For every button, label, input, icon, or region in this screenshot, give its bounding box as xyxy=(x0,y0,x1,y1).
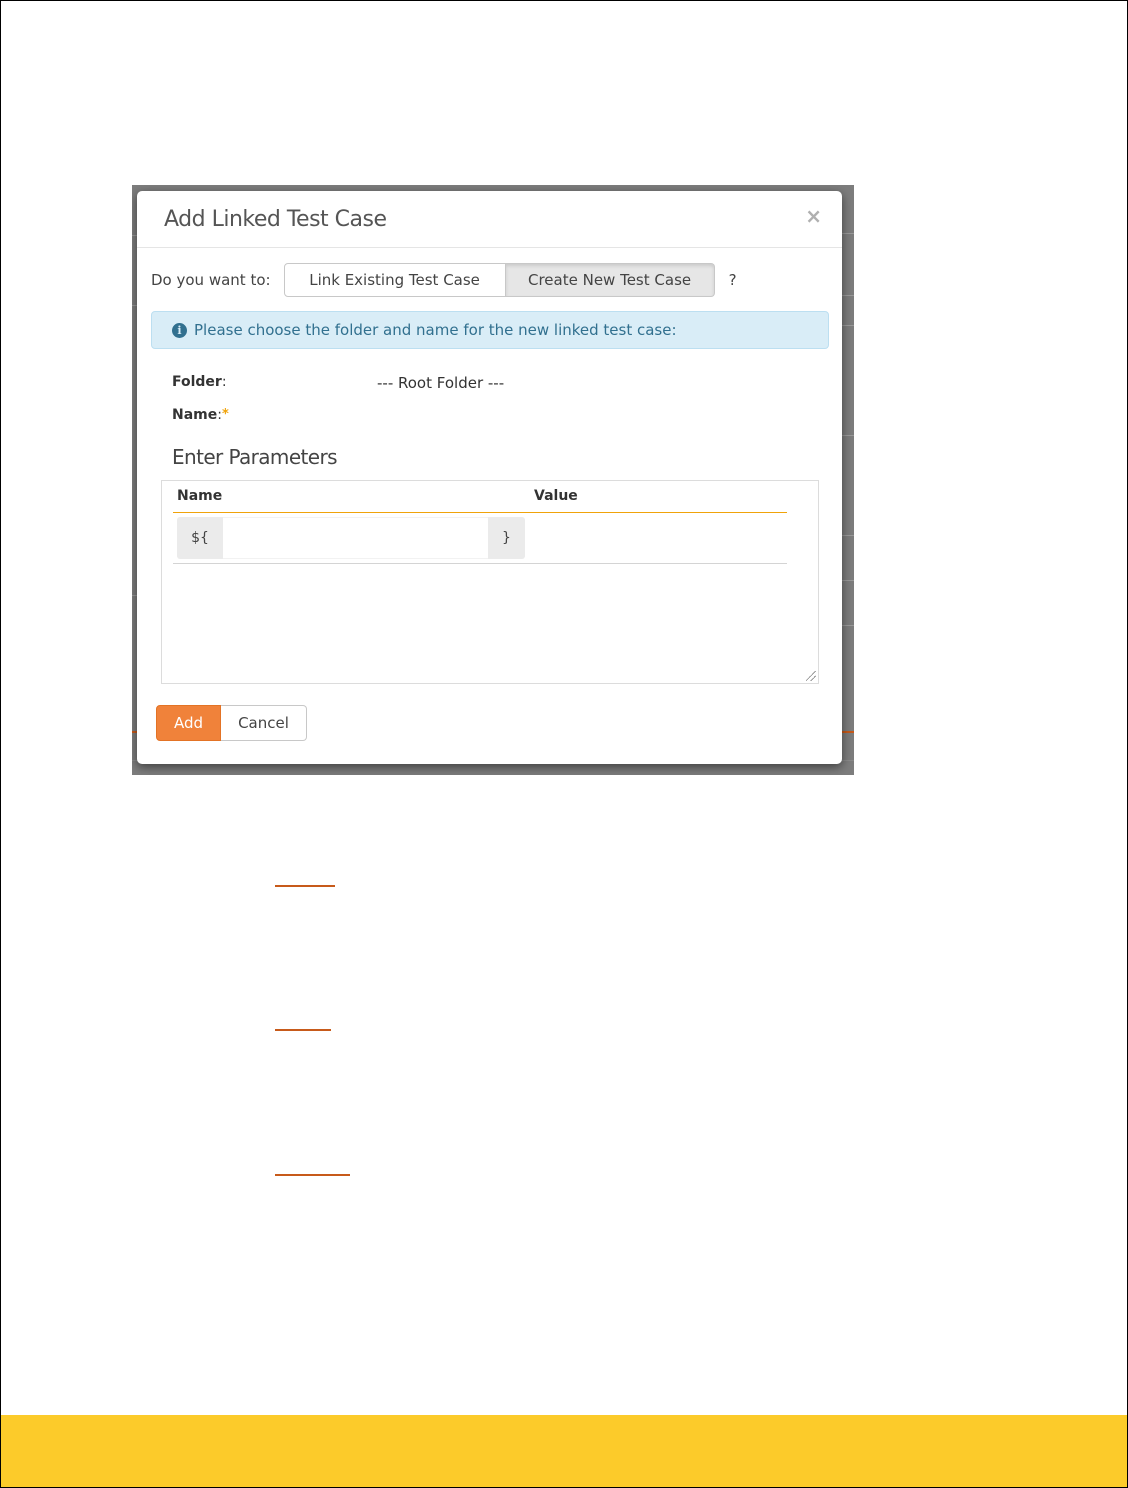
choice-label: Do you want to: xyxy=(151,271,271,289)
table-row: ${ } xyxy=(173,513,787,564)
link-mode-choice: Do you want to: Link Existing Test Case … xyxy=(151,262,737,298)
required-star: * xyxy=(221,407,229,422)
hyperlink-underline xyxy=(275,1029,331,1031)
cancel-button[interactable]: Cancel xyxy=(221,705,307,741)
modal-footer-buttons: Add Cancel xyxy=(156,705,307,741)
parameters-table: Name Value ${ } xyxy=(173,481,787,564)
add-button[interactable]: Add xyxy=(156,705,221,741)
help-icon[interactable]: ? xyxy=(729,271,737,289)
add-linked-test-case-modal: Add Linked Test Case × Do you want to: L… xyxy=(137,191,842,764)
create-new-test-case-button[interactable]: Create New Test Case xyxy=(505,263,715,297)
hyperlink-underline xyxy=(275,1174,350,1176)
dialog-screenshot: Add Linked Test Case × Do you want to: L… xyxy=(132,185,854,775)
close-icon[interactable]: × xyxy=(805,204,822,228)
resize-handle[interactable] xyxy=(806,671,816,681)
parameters-table-header: Name Value xyxy=(173,481,787,513)
info-circle-icon: i xyxy=(172,322,187,338)
parameter-prefix: ${ xyxy=(177,517,223,559)
link-mode-button-group: Link Existing Test Case Create New Test … xyxy=(283,263,715,297)
folder-label-text: Folder xyxy=(172,374,222,390)
name-label: Name:* xyxy=(172,407,229,423)
info-alert: i Please choose the folder and name for … xyxy=(151,311,829,349)
folder-label: Folder: xyxy=(172,374,227,390)
hyperlink-underline xyxy=(275,885,335,887)
footer-band xyxy=(1,1415,1127,1487)
modal-header: Add Linked Test Case × xyxy=(137,191,842,248)
folder-value[interactable]: --- Root Folder --- xyxy=(377,374,504,392)
name-label-text: Name xyxy=(172,407,218,423)
parameters-heading: Enter Parameters xyxy=(172,445,338,469)
parameter-suffix: } xyxy=(488,517,525,559)
parameters-panel: Name Value ${ } xyxy=(161,480,819,684)
info-message: Please choose the folder and name for th… xyxy=(194,321,677,339)
parameter-name-input[interactable] xyxy=(223,517,488,559)
column-header-value: Value xyxy=(534,488,578,504)
modal-title: Add Linked Test Case xyxy=(164,207,387,232)
column-header-name: Name xyxy=(177,488,223,504)
link-existing-test-case-button[interactable]: Link Existing Test Case xyxy=(283,263,506,297)
